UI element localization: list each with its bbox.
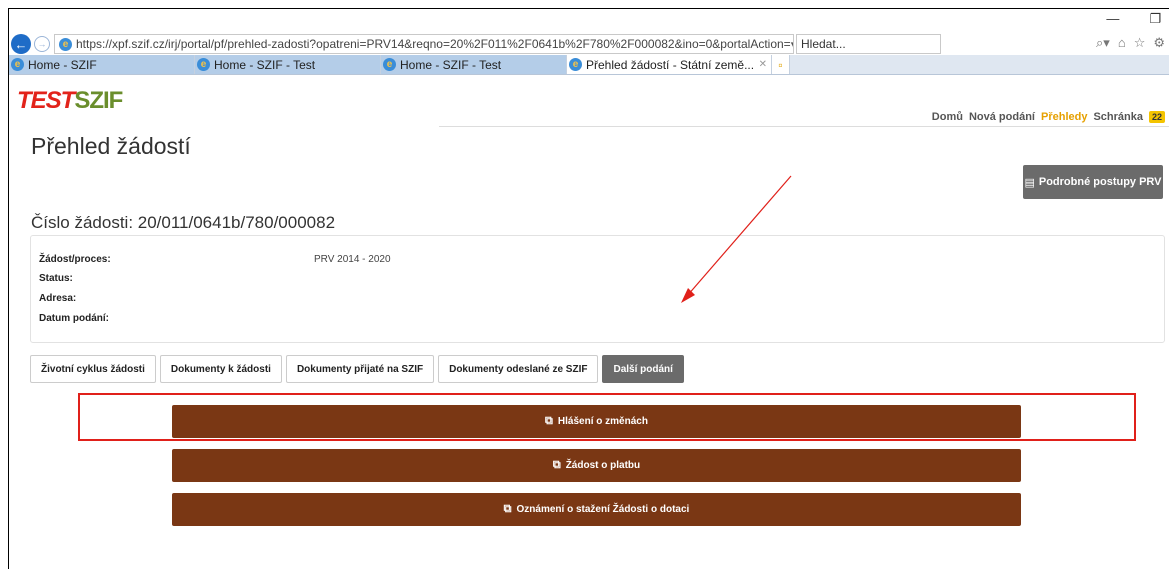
szif-logo[interactable]: TESTSZIF xyxy=(17,87,123,115)
minimize-button[interactable]: — xyxy=(1106,11,1119,27)
browser-tools: ⌕▾ ⌂ ☆ ⚙ xyxy=(1096,35,1165,51)
ie-favicon-icon: e xyxy=(11,58,24,71)
tab-label: Home - SZIF - Test xyxy=(400,57,502,72)
dropdown-icon[interactable]: ▾ xyxy=(791,38,793,51)
tab-dokumenty-prijate[interactable]: Dokumenty přijaté na SZIF xyxy=(285,355,435,383)
info-label: Adresa: xyxy=(39,293,77,304)
external-link-icon: ⧉ xyxy=(503,503,512,515)
podrobne-postupy-button[interactable]: ▤ Podrobné postupy PRV xyxy=(1023,165,1163,199)
nav-domu[interactable]: Domů xyxy=(932,111,963,123)
browser-window: — ❐ ← → e https://xpf.szif.cz/irj/portal… xyxy=(8,8,1169,569)
request-info-panel: Žádost/proces: PRV 2014 - 2020 Status: A… xyxy=(30,235,1165,343)
back-icon[interactable]: ← xyxy=(11,34,31,54)
address-bar[interactable]: e https://xpf.szif.cz/irj/portal/pf/preh… xyxy=(54,34,794,54)
ie-favicon-icon: e xyxy=(197,58,210,71)
logo-test-text: TEST xyxy=(17,87,75,114)
button-label: Hlášení o změnách xyxy=(557,416,648,427)
address-tools: ▾ 🔒 ↻ xyxy=(791,38,793,51)
tab-zivotni-cyklus[interactable]: Životní cyklus žádosti xyxy=(30,355,156,383)
restore-button[interactable]: ❐ xyxy=(1149,11,1161,27)
tab-dalsi-podani[interactable]: Další podání xyxy=(602,355,684,383)
oznameni-o-stazeni-button[interactable]: ⧉ Oznámení o stažení Žádosti o dotaci xyxy=(172,493,1021,526)
info-label: Datum podání: xyxy=(39,313,109,324)
url-text: https://xpf.szif.cz/irj/portal/pf/prehle… xyxy=(76,37,791,51)
document-icon: ▤ xyxy=(1024,176,1035,189)
window-controls: — ❐ xyxy=(1106,11,1161,27)
tab-label: Přehled žádostí - Státní země... xyxy=(586,57,755,72)
nav-nova-podani[interactable]: Nová podání xyxy=(969,111,1035,123)
settings-gear-icon[interactable]: ⚙ xyxy=(1153,35,1165,51)
page-title: Přehled žádostí xyxy=(31,133,191,159)
inbox-count-badge: 22 xyxy=(1148,111,1165,123)
ie-favicon-icon: e xyxy=(569,58,582,71)
favorites-star-icon[interactable]: ☆ xyxy=(1134,35,1146,51)
button-label: Podrobné postupy PRV xyxy=(1038,176,1162,188)
ie-favicon-icon: e xyxy=(383,58,396,71)
hlaseni-o-zmenach-button[interactable]: ⧉ Hlášení o změnách xyxy=(172,405,1021,438)
request-tabs: Životní cyklus žádosti Dokumenty k žádos… xyxy=(30,355,684,383)
info-label: Status: xyxy=(39,273,73,284)
tab-dokumenty-k-zadosti[interactable]: Dokumenty k žádosti xyxy=(159,355,282,383)
ie-favicon-icon: e xyxy=(59,37,72,51)
info-label: Žádost/proces: xyxy=(39,254,111,265)
browser-tabstrip: e Home - SZIF e Home - SZIF - Test e Hom… xyxy=(9,55,1169,75)
tab-label: Home - SZIF - Test xyxy=(214,57,316,72)
button-label: Oznámení o stažení Žádosti o dotaci xyxy=(516,504,690,515)
forward-icon[interactable]: → xyxy=(34,36,50,52)
nav-prehledy[interactable]: Přehledy xyxy=(1041,111,1087,123)
site-header: TESTSZIF Domů Nová podání Přehledy Schrá… xyxy=(9,81,1169,127)
header-divider xyxy=(439,126,1169,127)
tab-label: Home - SZIF xyxy=(28,57,97,72)
nav-schranka[interactable]: Schránka xyxy=(1093,111,1143,123)
search-input[interactable]: Hledat... xyxy=(796,34,941,54)
request-number: Číslo žádosti: 20/011/0641b/780/000082 xyxy=(31,213,336,232)
browser-tab[interactable]: e Home - SZIF xyxy=(9,55,195,74)
close-tab-icon[interactable]: ✕ xyxy=(759,59,767,70)
tab-dokumenty-odeslane[interactable]: Dokumenty odeslané ze SZIF xyxy=(438,355,599,383)
info-value: PRV 2014 - 2020 xyxy=(314,254,391,265)
external-link-icon: ⧉ xyxy=(552,459,561,471)
browser-tab[interactable]: e Home - SZIF - Test xyxy=(381,55,567,74)
zadost-o-platbu-button[interactable]: ⧉ Žádost o platbu xyxy=(172,449,1021,482)
logo-szif-text: SZIF xyxy=(74,87,123,114)
home-icon[interactable]: ⌂ xyxy=(1118,35,1126,51)
browser-tab[interactable]: e Home - SZIF - Test xyxy=(195,55,381,74)
button-label: Žádost o platbu xyxy=(565,460,641,471)
search-icon[interactable]: ⌕▾ xyxy=(1096,35,1110,51)
external-link-icon: ⧉ xyxy=(545,415,553,427)
top-nav: Domů Nová podání Přehledy Schránka 22 xyxy=(932,111,1165,123)
new-tab-icon[interactable]: ▫ xyxy=(772,55,790,74)
browser-tab-active[interactable]: e Přehled žádostí - Státní země... ✕ xyxy=(567,55,772,74)
address-row: ← → e https://xpf.szif.cz/irj/portal/pf/… xyxy=(9,33,1169,55)
